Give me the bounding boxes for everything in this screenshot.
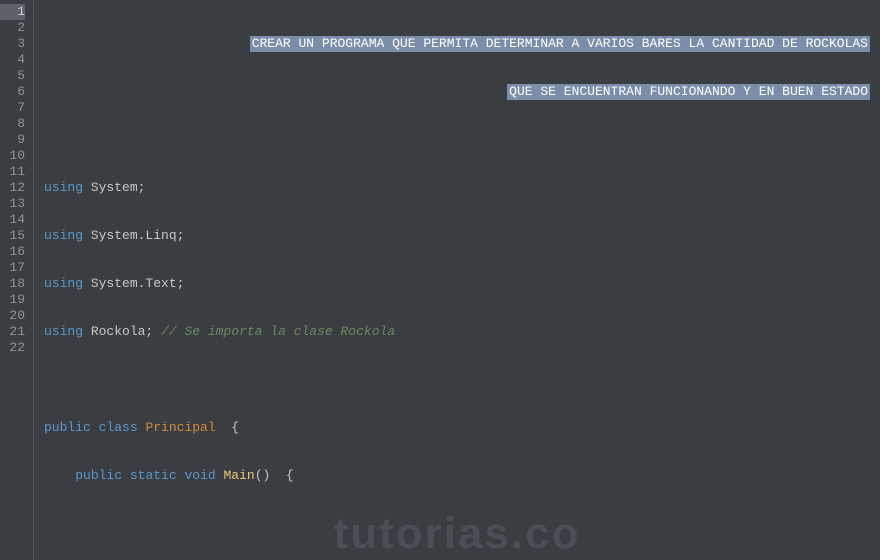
code-area[interactable]: CREAR UN PROGRAMA QUE PERMITA DETERMINAR… [34, 0, 880, 560]
line-number: 16 [0, 244, 25, 260]
line-number: 19 [0, 292, 25, 308]
line-number: 21 [0, 324, 25, 340]
code-line: using System.Text; [44, 276, 870, 292]
line-number: 22 [0, 340, 25, 356]
code-editor: 1 2 3 4 5 6 7 8 9 10 11 12 13 14 15 16 1… [0, 0, 880, 560]
line-number-gutter: 1 2 3 4 5 6 7 8 9 10 11 12 13 14 15 16 1… [0, 0, 34, 560]
header-line-1: CREAR UN PROGRAMA QUE PERMITA DETERMINAR… [250, 36, 870, 52]
code-line [44, 372, 870, 388]
line-number: 8 [0, 116, 25, 132]
line-number: 12 [0, 180, 25, 196]
line-number: 20 [0, 308, 25, 324]
code-line: using System.Linq; [44, 228, 870, 244]
highlighted-header: QUE SE ENCUENTRAN FUNCIONANDO Y EN BUEN … [44, 84, 870, 100]
code-line [44, 132, 870, 148]
line-number: 9 [0, 132, 25, 148]
line-number: 1 [0, 4, 25, 20]
line-number: 11 [0, 164, 25, 180]
line-number: 13 [0, 196, 25, 212]
line-number: 6 [0, 84, 25, 100]
line-number: 10 [0, 148, 25, 164]
code-line [44, 516, 870, 532]
line-number: 15 [0, 228, 25, 244]
line-number: 18 [0, 276, 25, 292]
code-line: public static void Main() { [44, 468, 870, 484]
header-line-2: QUE SE ENCUENTRAN FUNCIONANDO Y EN BUEN … [507, 84, 870, 100]
highlighted-header: CREAR UN PROGRAMA QUE PERMITA DETERMINAR… [44, 36, 870, 52]
code-line: public class Principal { [44, 420, 870, 436]
code-line: using System; [44, 180, 870, 196]
line-number: 7 [0, 100, 25, 116]
line-number: 2 [0, 20, 25, 36]
line-number: 5 [0, 68, 25, 84]
line-number: 17 [0, 260, 25, 276]
line-number: 14 [0, 212, 25, 228]
line-number: 4 [0, 52, 25, 68]
code-line: using Rockola; // Se importa la clase Ro… [44, 324, 870, 340]
line-number: 3 [0, 36, 25, 52]
